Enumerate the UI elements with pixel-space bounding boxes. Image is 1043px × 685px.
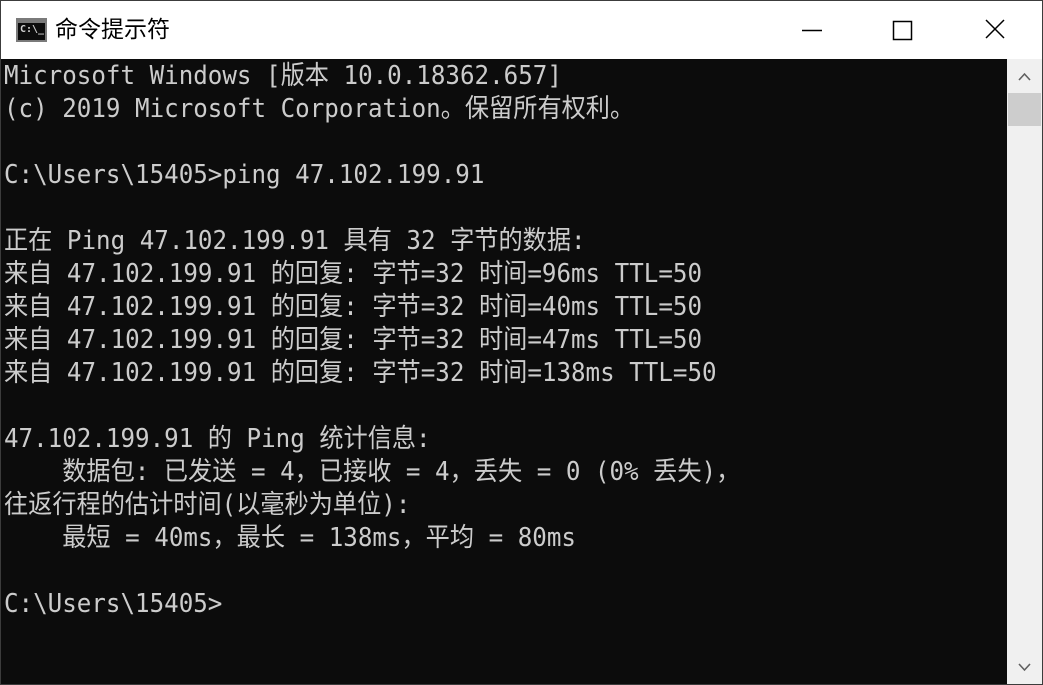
console-line: 正在 Ping 47.102.199.91 具有 32 字节的数据:	[4, 226, 586, 256]
chevron-up-icon	[1018, 72, 1031, 81]
title-bar[interactable]: C:\_ 命令提示符	[1, 1, 1042, 59]
console-line: C:\Users\15405>	[4, 589, 223, 619]
maximize-icon	[892, 20, 913, 41]
command-prompt-window: C:\_ 命令提示符 Microsoft Windows [版本 10.0.18…	[0, 0, 1043, 685]
app-icon-label: C:\_	[20, 24, 45, 35]
close-button[interactable]	[950, 1, 1042, 59]
console-line: 来自 47.102.199.91 的回复: 字节=32 时间=47ms TTL=…	[4, 325, 703, 355]
console-line: 数据包: 已发送 = 4，已接收 = 4，丢失 = 0 (0% 丢失)，	[4, 457, 741, 487]
console-line: 往返行程的估计时间(以毫秒为单位):	[4, 490, 411, 520]
scroll-down-button[interactable]	[1007, 651, 1042, 684]
window-title: 命令提示符	[55, 17, 170, 43]
console-output[interactable]: Microsoft Windows [版本 10.0.18362.657] (c)…	[1, 59, 1007, 684]
console-line: 来自 47.102.199.91 的回复: 字节=32 时间=96ms TTL=…	[4, 259, 703, 289]
minimize-button[interactable]	[766, 1, 858, 59]
console-line: (c) 2019 Microsoft Corporation。保留所有权利。	[4, 94, 635, 124]
close-icon	[985, 19, 1005, 39]
maximize-button[interactable]	[858, 1, 950, 59]
console-line: C:\Users\15405>ping 47.102.199.91	[4, 160, 485, 190]
scroll-thumb[interactable]	[1008, 93, 1041, 126]
scroll-up-button[interactable]	[1007, 59, 1042, 93]
console-text: Microsoft Windows [版本 10.0.18362.657] (c)…	[4, 60, 740, 621]
console-line: Microsoft Windows [版本 10.0.18362.657]	[4, 61, 562, 91]
console-line: 最短 = 40ms，最长 = 138ms，平均 = 80ms	[4, 523, 576, 553]
minimize-icon	[802, 29, 822, 32]
chevron-down-icon	[1018, 663, 1031, 672]
console-line: 来自 47.102.199.91 的回复: 字节=32 时间=138ms TTL…	[4, 358, 717, 388]
vertical-scrollbar[interactable]	[1007, 59, 1042, 684]
cmd-app-icon[interactable]: C:\_	[16, 18, 47, 42]
console-line: 来自 47.102.199.91 的回复: 字节=32 时间=40ms TTL=…	[4, 292, 703, 322]
console-line: 47.102.199.91 的 Ping 统计信息:	[4, 424, 431, 454]
